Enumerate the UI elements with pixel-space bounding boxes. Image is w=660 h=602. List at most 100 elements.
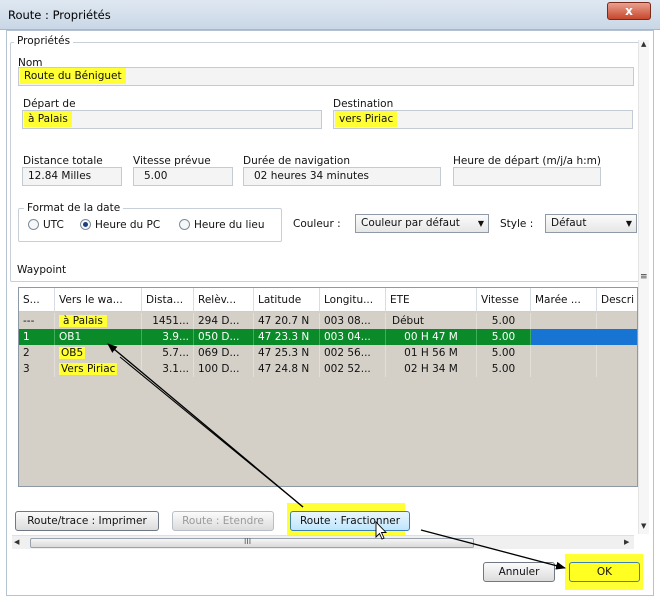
- scroll-right-icon[interactable]: ▶: [624, 538, 629, 546]
- cell-tide: [531, 329, 637, 345]
- cell-longitude: 002 56...: [320, 345, 386, 361]
- cell-distance: 1451...: [142, 313, 194, 329]
- cell-seq: ---: [19, 313, 55, 329]
- cell-to-waypoint: à Palais: [55, 313, 142, 329]
- cell-distance: 5.7...: [142, 345, 194, 361]
- table-row[interactable]: 3 Vers Piriac 3.1... 100 D... 47 24.8 N …: [19, 361, 637, 377]
- radio-utc-indicator: [28, 219, 39, 230]
- departure-value: à Palais: [24, 111, 72, 127]
- horizontal-scrollbar[interactable]: ◀ III ▶: [12, 535, 634, 549]
- scroll-grip-icon[interactable]: ≡: [640, 272, 648, 282]
- ok-button[interactable]: OK: [569, 562, 640, 582]
- scroll-left-icon[interactable]: ◀: [14, 538, 19, 546]
- vertical-scrollbar[interactable]: ▲ ≡ ▼: [638, 40, 649, 534]
- cell-tide: [531, 313, 597, 329]
- cell-to-waypoint: OB1: [55, 329, 142, 345]
- duration-field[interactable]: 02 heures 34 minutes: [243, 167, 441, 186]
- radio-utc-label: UTC: [43, 219, 64, 231]
- style-select[interactable]: Défaut ▼: [545, 214, 637, 233]
- cell-bearing: 069 D...: [194, 345, 254, 361]
- cell-seq: 2: [19, 345, 55, 361]
- destination-label: Destination: [333, 98, 394, 110]
- cell-speed: 5.00: [477, 345, 531, 361]
- cell-to-waypoint: OB5: [55, 345, 142, 361]
- extend-route-button[interactable]: Route : Etendre: [172, 511, 274, 531]
- cell-tide: [531, 345, 597, 361]
- color-select-value: Couleur par défaut: [361, 217, 460, 229]
- color-select[interactable]: Couleur par défaut ▼: [355, 214, 489, 233]
- chevron-down-icon: ▼: [477, 219, 484, 228]
- cell-ete: 01 H 56 M: [386, 345, 477, 361]
- cell-longitude: 002 52...: [320, 361, 386, 377]
- print-route-button[interactable]: Route/trace : Imprimer: [15, 511, 159, 531]
- col-header-speed[interactable]: Vitesse: [477, 288, 531, 312]
- cell-bearing: 050 D...: [194, 329, 254, 345]
- cell-ete: 00 H 47 M: [386, 329, 477, 345]
- destination-value: vers Piriac: [335, 111, 398, 127]
- cell-tide: [531, 361, 597, 377]
- radio-pc-time[interactable]: Heure du PC: [80, 219, 160, 231]
- properties-group-label: Propriétés: [14, 35, 74, 47]
- col-header-ete[interactable]: ETE: [386, 288, 477, 312]
- destination-field[interactable]: vers Piriac: [333, 110, 633, 129]
- cell-to-waypoint-text: Vers Piriac: [59, 363, 118, 375]
- name-value: Route du Béniguet: [20, 68, 126, 84]
- scroll-up-icon[interactable]: ▲: [641, 40, 646, 48]
- duration-label: Durée de navigation: [243, 155, 350, 167]
- scroll-thumb[interactable]: III: [30, 537, 474, 548]
- chevron-down-icon: ▼: [625, 219, 632, 228]
- name-field[interactable]: Route du Béniguet: [18, 67, 634, 86]
- cell-distance: 3.1...: [142, 361, 194, 377]
- radio-local-time-indicator: [179, 219, 190, 230]
- radio-pc-time-label: Heure du PC: [95, 219, 161, 231]
- cell-latitude: 47 24.8 N: [254, 361, 320, 377]
- cell-seq: 1: [19, 329, 55, 345]
- color-label: Couleur :: [293, 218, 341, 230]
- col-header-latitude[interactable]: Latitude: [254, 288, 320, 312]
- col-header-seq[interactable]: S...: [19, 288, 55, 312]
- col-header-to-waypoint[interactable]: Vers le wa...: [55, 288, 142, 312]
- date-format-label: Format de la date: [24, 202, 124, 214]
- distance-label: Distance totale: [23, 155, 103, 167]
- departure-time-label: Heure de départ (m/j/a h:m): [453, 155, 601, 167]
- table-row-selected[interactable]: 1 OB1 3.9... 050 D... 47 23.3 N 003 04..…: [19, 329, 637, 345]
- col-header-description[interactable]: Descri: [597, 288, 637, 312]
- radio-local-time-label: Heure du lieu: [194, 219, 265, 231]
- cell-distance: 3.9...: [142, 329, 194, 345]
- cell-description: [597, 361, 637, 377]
- scroll-thumb-grip-icon: III: [244, 537, 252, 546]
- table-row[interactable]: --- à Palais 1451... 294 D... 47 20.7 N …: [19, 313, 637, 329]
- cell-seq: 3: [19, 361, 55, 377]
- departure-time-field[interactable]: [453, 167, 601, 186]
- col-header-bearing[interactable]: Relèv...: [194, 288, 254, 312]
- speed-label: Vitesse prévue: [133, 155, 211, 167]
- cell-longitude: 003 04...: [320, 329, 386, 345]
- speed-field[interactable]: 5.00: [133, 167, 233, 186]
- col-header-longitude[interactable]: Longitu...: [320, 288, 386, 312]
- waypoint-grid[interactable]: S... Vers le wa... Dista... Relèv... Lat…: [18, 287, 638, 487]
- close-button[interactable]: x: [607, 2, 651, 20]
- waypoint-group-label: Waypoint: [14, 264, 70, 276]
- col-header-distance[interactable]: Dista...: [142, 288, 194, 312]
- cancel-button[interactable]: Annuler: [483, 562, 555, 582]
- radio-utc[interactable]: UTC: [28, 219, 64, 231]
- departure-label: Départ de: [23, 98, 76, 110]
- cell-to-waypoint-text: OB5: [59, 347, 86, 359]
- departure-field[interactable]: à Palais: [22, 110, 322, 129]
- split-route-button[interactable]: Route : Fractionner: [290, 511, 410, 531]
- scroll-down-icon[interactable]: ▼: [641, 522, 646, 530]
- style-select-value: Défaut: [551, 217, 587, 229]
- cell-speed: 5.00: [477, 361, 531, 377]
- cell-speed: 5.00: [477, 329, 531, 345]
- cell-to-waypoint: Vers Piriac: [55, 361, 142, 377]
- cell-ete: Début: [386, 313, 477, 329]
- radio-local-time[interactable]: Heure du lieu: [179, 219, 265, 231]
- cell-to-waypoint-text: à Palais: [59, 315, 107, 327]
- cell-latitude: 47 25.3 N: [254, 345, 320, 361]
- title-bar: Route : Propriétés x: [0, 0, 660, 30]
- distance-field[interactable]: 12.84 Milles: [22, 167, 122, 186]
- col-header-tide[interactable]: Marée ...: [531, 288, 597, 312]
- style-label: Style :: [500, 218, 534, 230]
- cell-description: [597, 345, 637, 361]
- table-row[interactable]: 2 OB5 5.7... 069 D... 47 25.3 N 002 56..…: [19, 345, 637, 361]
